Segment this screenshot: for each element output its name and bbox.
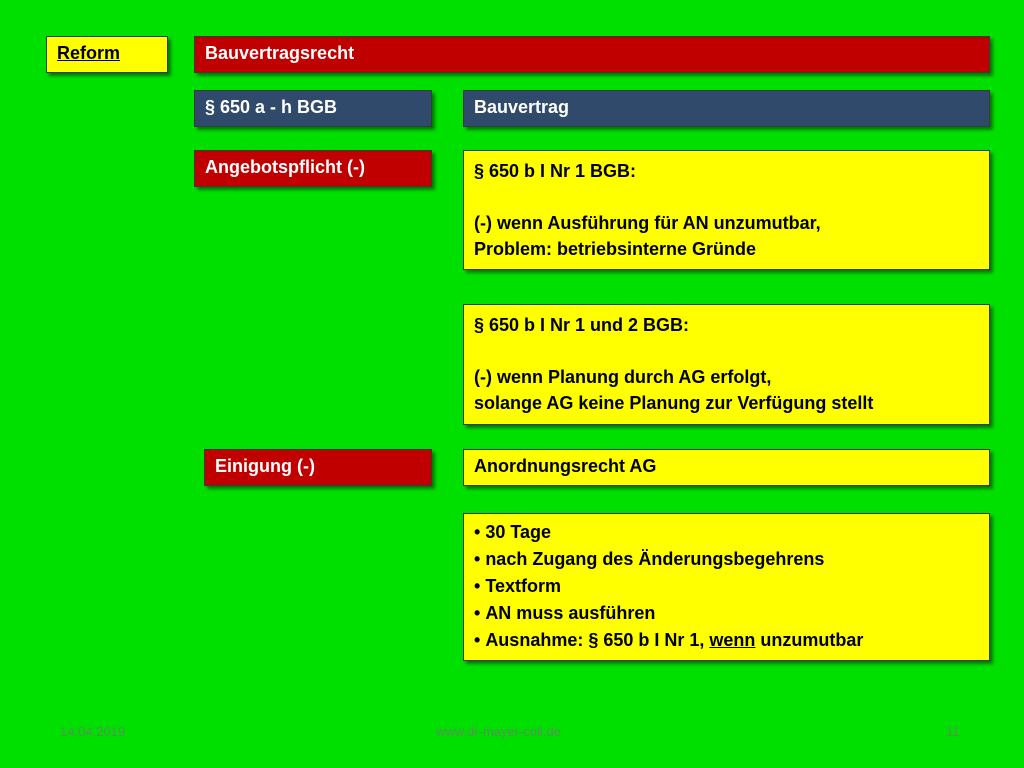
anordnungsrecht-label: Anordnungsrecht AG: [474, 456, 657, 476]
unzumutbar-box: § 650 b I Nr 1 BGB: (-) wenn Ausführung …: [463, 150, 990, 270]
bullet-item: AN muss ausführen: [474, 600, 979, 627]
exception-underlined: wenn: [709, 630, 756, 650]
einigung-box: Einigung (-): [204, 449, 432, 486]
bullet-item: 30 Tage: [474, 519, 979, 546]
angebotspflicht-label: Angebotspflicht (-): [205, 157, 365, 177]
planung-box: § 650 b I Nr 1 und 2 BGB: (-) wenn Planu…: [463, 304, 990, 425]
title-label: Bauvertragsrecht: [205, 43, 355, 63]
text-line: § 650 b I Nr 1 und 2 BGB:: [474, 315, 690, 335]
section-box: § 650 a - h BGB: [194, 90, 432, 127]
einigung-label: Einigung (-): [215, 456, 315, 476]
angebotspflicht-box: Angebotspflicht (-): [194, 150, 432, 187]
bauvertrag-box: Bauvertrag: [463, 90, 990, 127]
reform-tag: Reform: [46, 36, 168, 73]
text-line: § 650 b I Nr 1 BGB:: [474, 161, 637, 181]
text-line: solange AG keine Planung zur Verfügung s…: [474, 393, 874, 413]
exception-prefix: Ausnahme: § 650 b I Nr 1,: [485, 630, 710, 650]
text-line: [474, 184, 979, 210]
text-line: (-) wenn Planung durch AG erfolgt,: [474, 367, 772, 387]
bauvertrag-label: Bauvertrag: [474, 97, 570, 117]
text-line: Problem: betriebsinterne Gründe: [474, 239, 757, 259]
footer-page-number: 11: [946, 724, 960, 739]
conditions-box: 30 Tage nach Zugang des Änderungsbegehre…: [463, 513, 990, 661]
reform-label: Reform: [57, 43, 121, 63]
anordnungsrecht-box: Anordnungsrecht AG: [463, 449, 990, 486]
footer-date: 14.04.2019: [60, 724, 126, 739]
bullet-item: Textform: [474, 573, 979, 600]
text-line: [474, 338, 979, 364]
bullet-item: nach Zugang des Änderungsbegehrens: [474, 546, 979, 573]
footer-website[interactable]: www.dr-mayer-coll.de: [436, 724, 561, 739]
title-box: Bauvertragsrecht: [194, 36, 990, 73]
text-line: (-) wenn Ausführung für AN unzumutbar,: [474, 213, 821, 233]
bullet-item-exception: Ausnahme: § 650 b I Nr 1, wenn unzumutba…: [474, 627, 979, 654]
section-label: § 650 a - h BGB: [205, 97, 338, 117]
exception-suffix: unzumutbar: [755, 630, 864, 650]
